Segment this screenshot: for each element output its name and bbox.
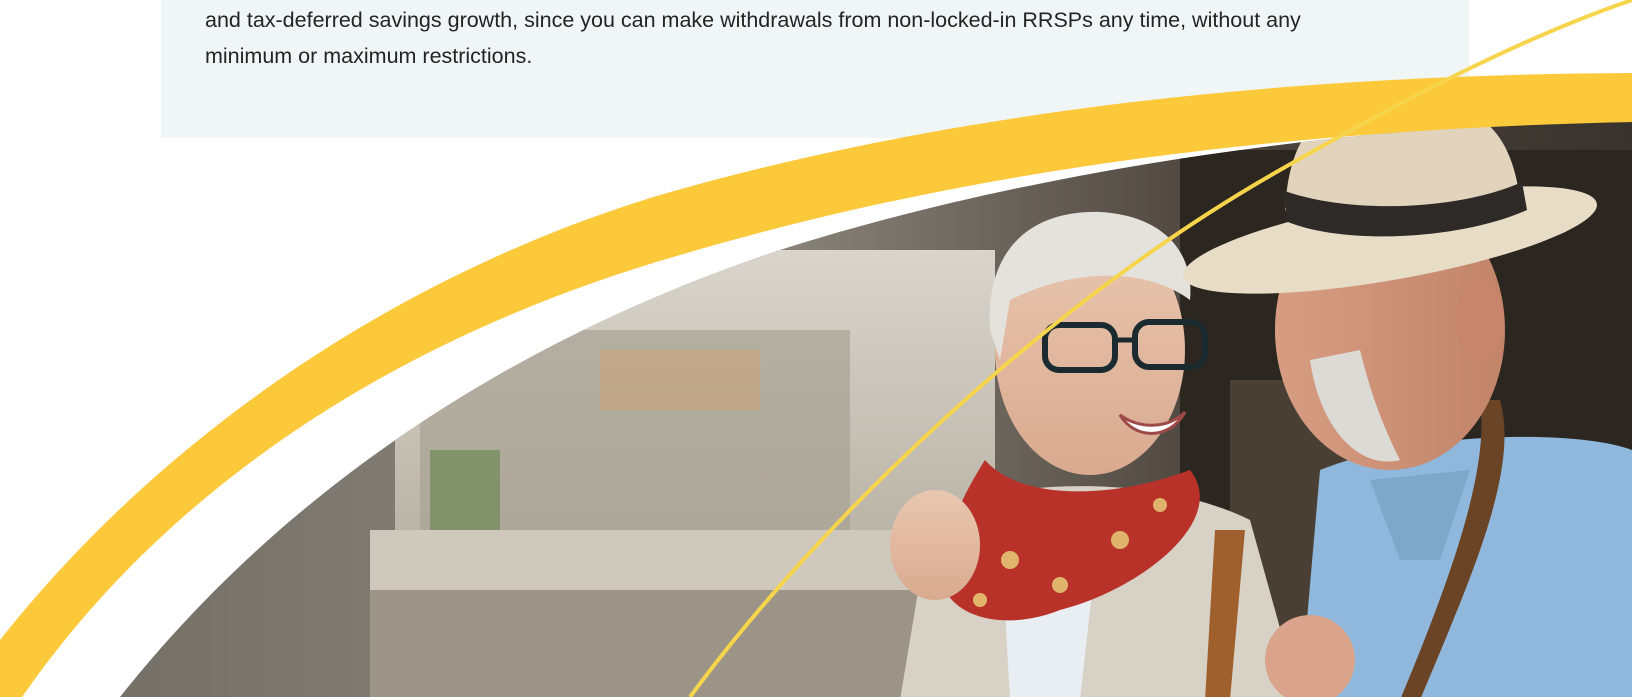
hero-illustration [0,0,1632,697]
article-page: and tax-deferred savings growth, since y… [0,0,1632,697]
